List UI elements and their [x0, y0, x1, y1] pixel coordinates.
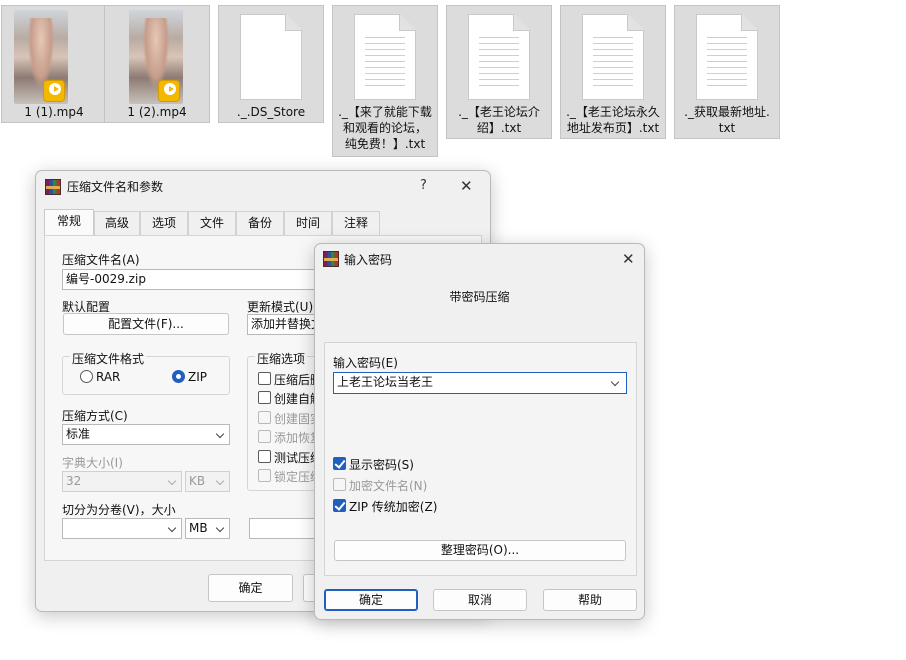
option-sfx-checkbox[interactable]: [258, 391, 271, 404]
close-icon[interactable]: ✕: [460, 178, 473, 194]
player-badge-icon: [158, 80, 180, 102]
method-select[interactable]: 标准: [62, 424, 230, 445]
file-name: ._【老王论坛永久 地址发布页】.txt: [566, 105, 660, 135]
password-cancel-button[interactable]: 取消: [433, 589, 527, 611]
winrar-icon: [323, 251, 339, 267]
tab-advanced[interactable]: 高级: [94, 211, 140, 235]
archive-name-label: 压缩文件名(A): [62, 253, 140, 267]
encrypt-names-checkbox[interactable]: [333, 478, 346, 491]
show-password-label: 显示密码(S): [349, 458, 414, 472]
option-recovery-checkbox[interactable]: [258, 430, 271, 443]
enter-password-label: 输入密码(E): [333, 356, 398, 370]
file-item-video-2[interactable]: 1 (2).mp4: [104, 5, 210, 123]
password-heading: 带密码压缩: [449, 290, 510, 304]
archive-dialog-title: 压缩文件名和参数: [67, 180, 164, 194]
close-icon[interactable]: ✕: [622, 251, 635, 267]
option-delete-after-checkbox[interactable]: [258, 372, 271, 385]
dict-unit-select[interactable]: KB: [185, 471, 230, 492]
chevron-down-icon: [167, 523, 177, 533]
file-name: ._获取最新地址. txt: [684, 105, 770, 135]
text-file-icon: [333, 10, 437, 104]
file-item-txt-3[interactable]: ._【老王论坛永久 地址发布页】.txt: [560, 5, 666, 139]
split-volumes-label: 切分为分卷(V)，大小: [62, 503, 176, 517]
option-test-checkbox[interactable]: [258, 450, 271, 463]
profiles-button[interactable]: 配置文件(F)...: [63, 313, 229, 335]
file-name: 1 (2).mp4: [127, 105, 187, 119]
format-zip-radio[interactable]: [172, 370, 185, 383]
file-name: ._【老王论坛介 绍】.txt: [458, 105, 540, 135]
format-zip-label: ZIP: [188, 370, 207, 384]
zip-legacy-checkbox[interactable]: [333, 499, 346, 512]
split-unit-select[interactable]: MB: [185, 518, 230, 539]
chevron-down-icon: [215, 476, 225, 486]
update-mode-label: 更新模式(U): [247, 300, 314, 314]
video-thumbnail: [105, 10, 209, 104]
option-solid-checkbox[interactable]: [258, 411, 271, 424]
zip-legacy-label: ZIP 传统加密(Z): [349, 500, 438, 514]
method-label: 压缩方式(C): [62, 409, 128, 423]
archive-options-label: 压缩选项: [255, 350, 308, 367]
password-input[interactable]: 上老王论坛当老王: [333, 372, 627, 394]
dict-unit-value: KB: [189, 474, 206, 488]
format-rar-radio[interactable]: [80, 370, 93, 383]
dict-size-select[interactable]: 32: [62, 471, 182, 492]
archive-format-label: 压缩文件格式: [70, 350, 147, 367]
tab-files[interactable]: 文件: [188, 211, 236, 235]
tab-backup[interactable]: 备份: [236, 211, 284, 235]
option-lock-checkbox[interactable]: [258, 469, 271, 482]
text-file-icon: [447, 10, 551, 104]
text-file-icon: [561, 10, 665, 104]
password-help-button[interactable]: 帮助: [543, 589, 637, 611]
file-item-txt-4[interactable]: ._获取最新地址. txt: [674, 5, 780, 139]
encrypt-names-label: 加密文件名(N): [349, 479, 428, 493]
blank-file-icon: [219, 10, 323, 104]
file-item-video-1[interactable]: 1 (1).mp4: [1, 5, 107, 123]
file-item-ds-store[interactable]: ._.DS_Store: [218, 5, 324, 123]
split-unit-value: MB: [189, 521, 208, 535]
winrar-icon: [45, 179, 61, 195]
tab-time[interactable]: 时间: [284, 211, 332, 235]
password-value: 上老王论坛当老王: [337, 375, 434, 389]
file-item-txt-2[interactable]: ._【老王论坛介 绍】.txt: [446, 5, 552, 139]
player-badge-icon: [43, 80, 65, 102]
text-file-icon: [675, 10, 779, 104]
password-dialog-title: 输入密码: [344, 253, 393, 267]
password-dialog-titlebar[interactable]: 输入密码 ✕: [315, 244, 644, 274]
format-rar-label: RAR: [96, 370, 121, 384]
dict-size-value: 32: [66, 474, 82, 488]
help-icon[interactable]: ?: [420, 178, 427, 194]
archive-ok-button[interactable]: 确定: [208, 574, 293, 602]
chevron-down-icon: [215, 429, 225, 439]
chevron-down-icon: [215, 523, 225, 533]
split-size-select[interactable]: [62, 518, 182, 539]
tab-options[interactable]: 选项: [140, 211, 188, 235]
file-item-txt-1[interactable]: ._【来了就能下载 和观看的论坛， 纯免费！】.txt: [332, 5, 438, 157]
password-dialog: 输入密码 ✕ 带密码压缩 输入密码(E) 上老王论坛当老王 显示密码(S) 加密…: [314, 243, 645, 620]
tab-general[interactable]: 常规: [44, 209, 94, 235]
chevron-down-icon: [610, 377, 620, 387]
video-thumbnail: [2, 10, 106, 104]
organize-passwords-button[interactable]: 整理密码(O)...: [334, 540, 626, 561]
chevron-down-icon: [167, 476, 177, 486]
password-ok-button[interactable]: 确定: [324, 589, 418, 611]
dict-size-label: 字典大小(I): [62, 456, 123, 470]
method-value: 标准: [66, 427, 91, 441]
archive-dialog-titlebar[interactable]: 压缩文件名和参数 ? ✕: [36, 171, 490, 201]
file-name: ._.DS_Store: [236, 105, 306, 119]
show-password-checkbox[interactable]: [333, 457, 346, 470]
file-name: ._【来了就能下载 和观看的论坛， 纯免费！】.txt: [338, 105, 432, 151]
tab-comment[interactable]: 注释: [332, 211, 380, 235]
file-name: 1 (1).mp4: [24, 105, 84, 119]
